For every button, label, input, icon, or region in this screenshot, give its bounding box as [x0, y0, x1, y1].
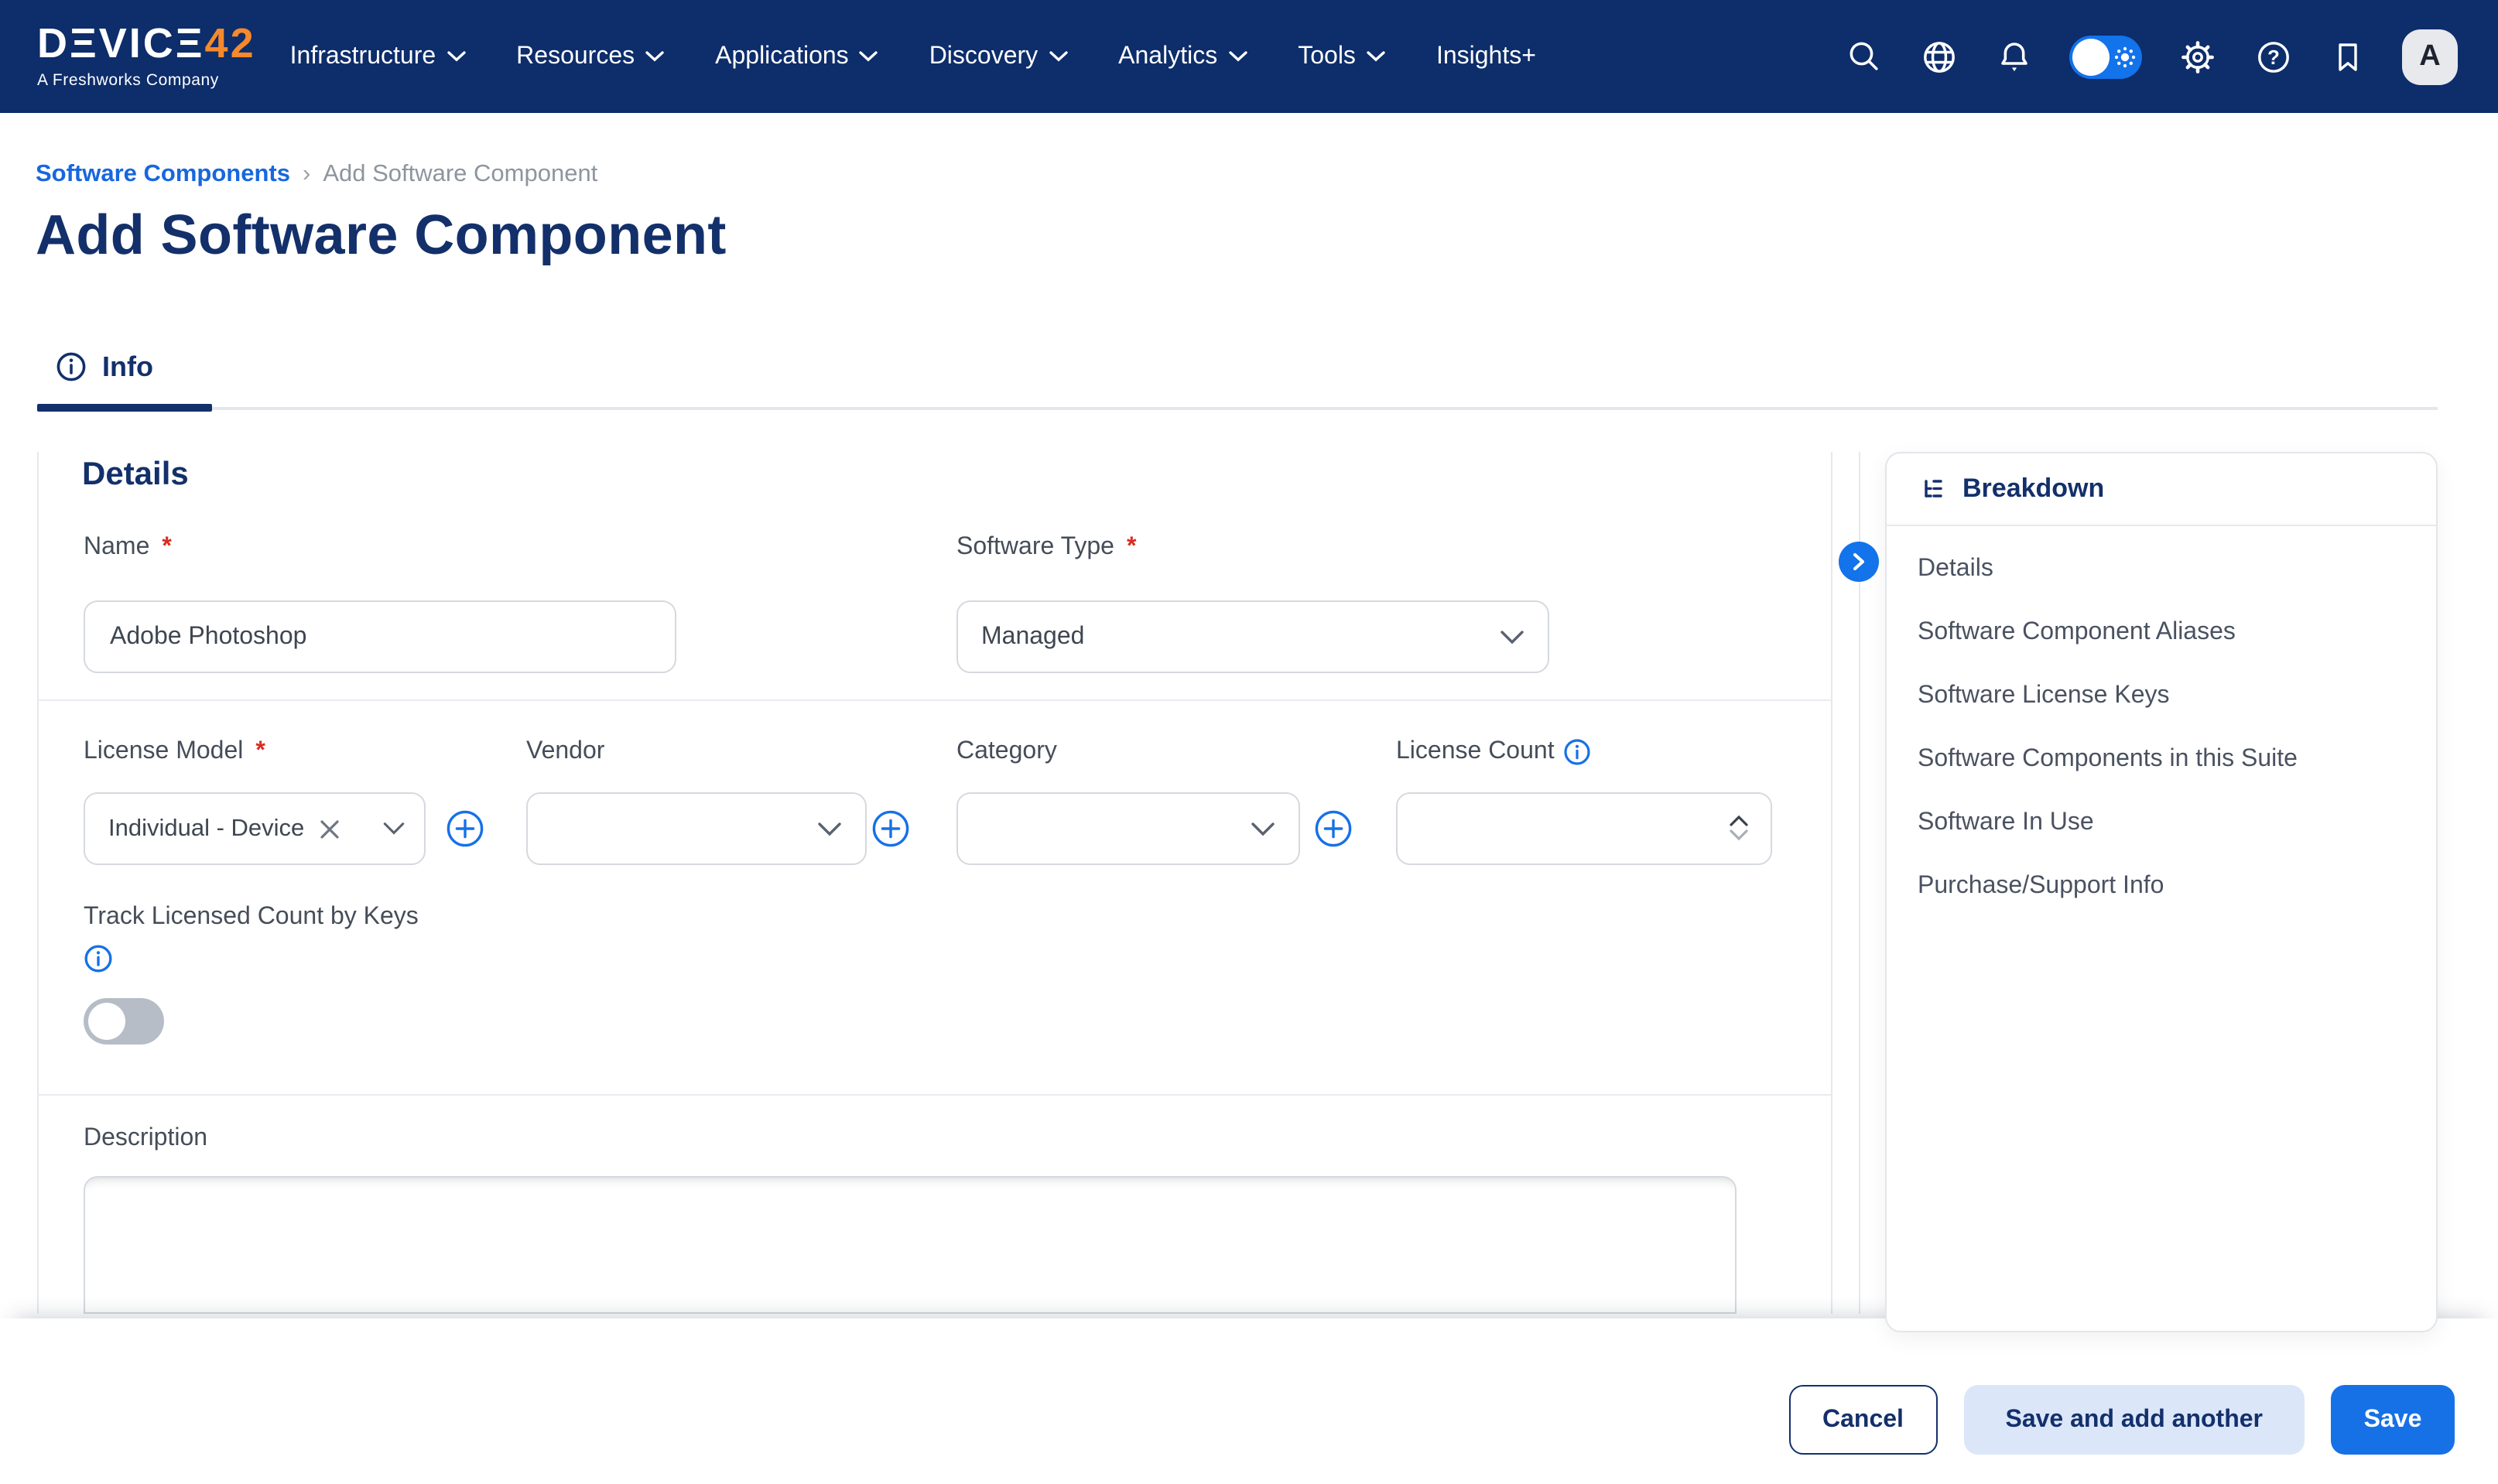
row-divider	[37, 1094, 1831, 1096]
logo-accent: 42	[205, 20, 256, 67]
description-label: Description	[84, 1125, 207, 1153]
page: DΞVICΞ42 A Freshworks Company Infrastruc…	[0, 0, 2498, 1484]
svg-text:?: ?	[2267, 45, 2280, 68]
software-type-select[interactable]: Managed	[956, 600, 1549, 673]
add-vendor-button[interactable]	[871, 809, 910, 848]
nav-right-icons: ? A	[1845, 29, 2458, 84]
breakdown-title: Breakdown	[1962, 474, 2104, 504]
toggle-knob	[88, 1003, 125, 1040]
breakdown-header: Breakdown	[1887, 453, 2436, 526]
save-and-add-another-button[interactable]: Save and add another	[1963, 1385, 2305, 1455]
name-label: Name*	[84, 534, 172, 562]
footer-actions: Cancel Save and add another Save	[0, 1318, 2498, 1484]
user-avatar[interactable]: A	[2402, 29, 2458, 84]
breadcrumb: Software Components › Add Software Compo…	[36, 161, 597, 189]
top-navbar: DΞVICΞ42 A Freshworks Company Infrastruc…	[0, 0, 2498, 113]
license-count-info-icon[interactable]	[1564, 738, 1592, 766]
theme-toggle[interactable]	[2069, 35, 2142, 78]
form-right-border	[1831, 452, 1832, 1314]
breadcrumb-current: Add Software Component	[323, 161, 597, 189]
cancel-button[interactable]: Cancel	[1788, 1385, 1937, 1455]
category-select[interactable]	[956, 792, 1300, 865]
tabbar-baseline	[37, 407, 2438, 410]
name-input[interactable]	[84, 600, 676, 673]
track-keys-label: Track Licensed Count by Keys	[84, 904, 419, 932]
chevron-down-icon	[1049, 51, 1067, 62]
globe-icon[interactable]	[1919, 36, 1959, 77]
nav-item-infrastructure[interactable]: Infrastructure	[290, 43, 466, 70]
spinner-down-icon[interactable]	[1729, 822, 1749, 850]
tab-info-label: Info	[102, 350, 153, 383]
breakdown-item-software-in-use[interactable]: Software In Use	[1887, 791, 2436, 854]
form-left-border	[37, 452, 39, 1314]
theme-toggle-knob	[2072, 38, 2110, 75]
breakdown-item-license-keys[interactable]: Software License Keys	[1887, 664, 2436, 727]
chevron-down-icon	[1251, 821, 1275, 836]
vendor-label: Vendor	[526, 738, 604, 766]
sun-icon	[2113, 44, 2137, 69]
breakdown-list: Details Software Component Aliases Softw…	[1887, 526, 2436, 918]
software-type-label: Software Type*	[956, 534, 1136, 562]
nav-item-insights[interactable]: Insights+	[1436, 43, 1536, 70]
breakdown-panel: Breakdown Details Software Component Ali…	[1885, 452, 2438, 1332]
nav-item-discovery[interactable]: Discovery	[929, 43, 1067, 70]
license-model-value: Individual - Device	[108, 815, 304, 843]
save-button[interactable]: Save	[2331, 1385, 2455, 1455]
license-model-label: License Model*	[84, 738, 265, 766]
info-circle-icon	[56, 351, 87, 382]
breakdown-item-aliases[interactable]: Software Component Aliases	[1887, 600, 2436, 664]
search-icon[interactable]	[1845, 37, 1884, 76]
clear-x-icon[interactable]	[318, 818, 340, 839]
notifications-bell-icon[interactable]	[1995, 37, 2034, 76]
details-section-title: Details	[82, 456, 189, 494]
breakdown-tree-icon	[1918, 475, 1947, 503]
logo-tagline: A Freshworks Company	[37, 71, 256, 90]
software-type-value: Managed	[981, 623, 1084, 651]
tab-active-underline	[37, 404, 212, 411]
page-title: Add Software Component	[36, 203, 727, 268]
row-divider	[37, 699, 1831, 701]
license-count-input[interactable]	[1396, 792, 1772, 865]
nav-item-resources[interactable]: Resources	[516, 43, 664, 70]
nav-menus: Infrastructure Resources Applications Di…	[290, 43, 1536, 70]
breakdown-item-purchase-support[interactable]: Purchase/Support Info	[1887, 854, 2436, 918]
logo-main: DΞVICΞ	[37, 20, 205, 67]
category-label: Category	[956, 738, 1057, 766]
chevron-down-icon	[1367, 51, 1385, 62]
required-asterisk: *	[255, 738, 265, 766]
device42-logo[interactable]: DΞVICΞ42 A Freshworks Company	[37, 23, 256, 90]
required-asterisk: *	[1127, 534, 1136, 562]
track-keys-toggle[interactable]	[84, 998, 164, 1045]
avatar-initial: A	[2419, 39, 2440, 74]
breadcrumb-link-software-components[interactable]: Software Components	[36, 161, 290, 189]
bookmark-icon[interactable]	[2329, 38, 2366, 75]
add-category-button[interactable]	[1314, 809, 1353, 848]
help-icon[interactable]: ?	[2253, 36, 2294, 77]
logo-text: DΞVICΞ42	[37, 23, 256, 65]
chevron-down-icon	[1228, 51, 1247, 62]
tab-info[interactable]: Info	[56, 334, 153, 399]
breakdown-item-components-suite[interactable]: Software Components in this Suite	[1887, 727, 2436, 791]
breakdown-item-details[interactable]: Details	[1887, 537, 2436, 600]
required-asterisk: *	[162, 534, 171, 562]
chevron-down-icon	[382, 822, 405, 836]
panel-collapse-button[interactable]	[1839, 542, 1879, 582]
description-textarea[interactable]	[84, 1176, 1737, 1314]
breadcrumb-separator: ›	[303, 161, 310, 189]
chevron-down-icon	[817, 821, 842, 836]
chevron-down-icon	[645, 51, 664, 62]
nav-item-analytics[interactable]: Analytics	[1118, 43, 1247, 70]
chevron-down-icon	[447, 51, 465, 62]
chevron-down-icon	[860, 51, 878, 62]
chevron-down-icon	[1500, 629, 1524, 645]
nav-item-tools[interactable]: Tools	[1298, 43, 1385, 70]
nav-item-applications[interactable]: Applications	[715, 43, 878, 70]
license-model-select[interactable]: Individual - Device	[84, 792, 426, 865]
vendor-select[interactable]	[526, 792, 867, 865]
chevron-right-icon	[1851, 552, 1867, 571]
settings-gear-icon[interactable]	[2178, 36, 2218, 77]
track-keys-info-icon[interactable]	[84, 944, 113, 973]
add-license-model-button[interactable]	[446, 809, 484, 848]
license-count-label: License Count	[1396, 738, 1592, 766]
